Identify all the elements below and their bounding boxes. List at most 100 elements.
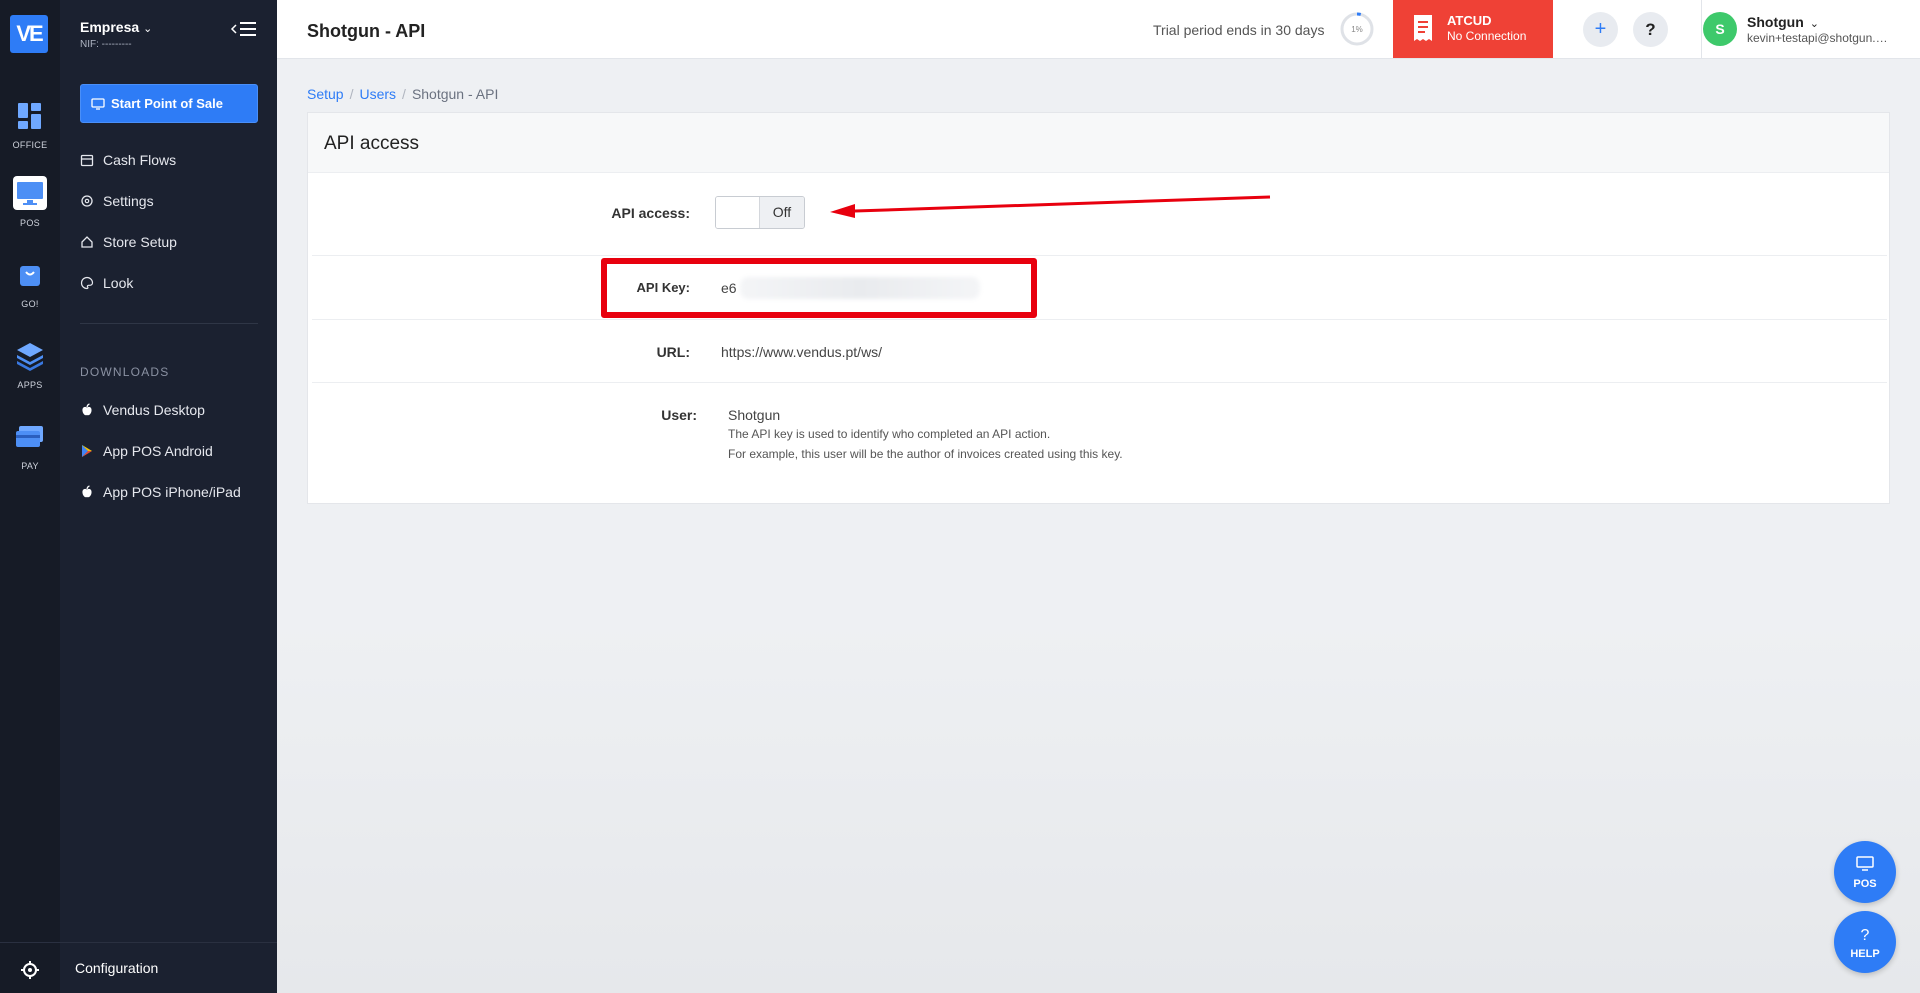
api-access-toggle[interactable]: Off bbox=[715, 196, 805, 229]
breadcrumb-setup[interactable]: Setup bbox=[307, 86, 344, 102]
nif-text: NIF: --------- bbox=[80, 39, 132, 50]
configuration-link[interactable]: Configuration bbox=[60, 942, 277, 993]
download-vendus-desktop[interactable]: Vendus Desktop bbox=[80, 399, 205, 421]
user-value: Shotgun bbox=[728, 407, 781, 423]
pos-floating-button[interactable]: POS bbox=[1834, 841, 1896, 903]
rail-item-pay[interactable]: PAY bbox=[0, 420, 60, 482]
download-app-pos-android[interactable]: App POS Android bbox=[80, 440, 213, 462]
rail-item-apps[interactable]: APPS bbox=[0, 339, 60, 401]
svg-text:?: ? bbox=[1861, 927, 1870, 944]
receipt-icon bbox=[1414, 15, 1432, 41]
avatar[interactable]: S bbox=[1703, 12, 1737, 46]
gear-icon bbox=[21, 961, 39, 979]
user-email: kevin+testapi@shotgun.com bbox=[1747, 31, 1892, 45]
rail-item-pos[interactable]: POS bbox=[0, 176, 60, 238]
sidebar-item-label: App POS Android bbox=[103, 443, 213, 459]
layers-icon bbox=[17, 343, 43, 371]
fab-label: HELP bbox=[1850, 948, 1880, 960]
rail-label: OFFICE bbox=[12, 140, 48, 150]
chevron-down-icon: ⌄ bbox=[1809, 18, 1819, 30]
vendus-logo[interactable]: VE bbox=[10, 15, 48, 53]
url-value[interactable]: https://www.vendus.pt/ws/ bbox=[721, 344, 882, 360]
user-menu[interactable]: Shotgun ⌄ bbox=[1747, 14, 1819, 30]
palette-icon bbox=[80, 276, 94, 290]
url-label: URL: bbox=[656, 344, 690, 360]
google-play-icon bbox=[82, 445, 92, 457]
top-bar: Shotgun - API Trial period ends in 30 da… bbox=[277, 0, 1920, 59]
calendar-icon bbox=[80, 154, 94, 167]
page-title: Shotgun - API bbox=[307, 21, 426, 41]
company-name: Empresa bbox=[80, 19, 140, 35]
start-point-of-sale-button[interactable]: Start Point of Sale bbox=[80, 84, 258, 123]
sidebar-item-store-setup[interactable]: Store Setup bbox=[80, 231, 177, 253]
atcud-title: ATCUD bbox=[1447, 13, 1492, 28]
row-divider bbox=[312, 255, 1887, 256]
api-access-label: API access: bbox=[611, 205, 690, 221]
sidebar-item-label: App POS iPhone/iPad bbox=[103, 484, 241, 500]
monitor-icon bbox=[91, 97, 105, 110]
trial-progress-ring: 1% bbox=[1340, 12, 1374, 46]
sidebar-item-label: Settings bbox=[103, 193, 154, 209]
user-note: The API key is used to identify who comp… bbox=[728, 427, 1051, 441]
rail-label: POS bbox=[20, 218, 40, 228]
help-button[interactable]: ? bbox=[1633, 12, 1668, 47]
breadcrumb-current: Shotgun - API bbox=[411, 86, 499, 102]
rail-item-go[interactable]: GO! bbox=[0, 258, 60, 320]
sidebar-item-label: Look bbox=[103, 275, 134, 291]
user-name: Shotgun bbox=[1747, 14, 1804, 30]
breadcrumb-separator: / bbox=[349, 86, 354, 102]
apple-icon bbox=[82, 485, 92, 498]
monitor-icon bbox=[13, 176, 47, 210]
downloads-heading: DOWNLOADS bbox=[80, 365, 170, 379]
user-divider bbox=[1701, 0, 1702, 58]
row-divider bbox=[312, 382, 1887, 383]
rail-item-office[interactable]: OFFICE bbox=[0, 99, 60, 161]
breadcrumb-users[interactable]: Users bbox=[359, 86, 396, 102]
toggle-state: Off bbox=[760, 197, 804, 228]
sidebar-item-look[interactable]: Look bbox=[80, 272, 133, 294]
user-label: User: bbox=[661, 407, 697, 423]
panel-header: API access bbox=[308, 113, 1889, 173]
settings-gear[interactable] bbox=[0, 942, 60, 993]
sidebar-item-label: Cash Flows bbox=[103, 152, 177, 168]
atcud-connection-status: No Connection bbox=[1447, 29, 1527, 43]
download-app-pos-iphone[interactable]: App POS iPhone/iPad bbox=[80, 481, 241, 503]
question-icon: ? bbox=[1861, 927, 1870, 944]
help-floating-button[interactable]: ? HELP bbox=[1834, 911, 1896, 973]
chevron-down-icon: ⌄ bbox=[143, 23, 153, 35]
sidebar-item-settings[interactable]: Settings bbox=[80, 190, 154, 212]
row-divider bbox=[312, 319, 1887, 320]
collapse-menu-icon[interactable] bbox=[230, 19, 258, 39]
company-selector[interactable]: Empresa ⌄ bbox=[80, 19, 152, 35]
home-icon bbox=[81, 236, 93, 248]
sidebar-item-label: Vendus Desktop bbox=[103, 402, 205, 418]
user-note: For example, this user will be the autho… bbox=[728, 447, 1123, 461]
trial-progress-label: 1% bbox=[1351, 25, 1363, 34]
breadcrumb: Setup / Users / Shotgun - API bbox=[307, 86, 498, 102]
rail-label: GO! bbox=[21, 299, 39, 309]
sidebar-item-label: Store Setup bbox=[103, 234, 177, 250]
shopping-bag-icon bbox=[20, 266, 40, 286]
gear-icon bbox=[81, 195, 93, 207]
question-icon: ? bbox=[1645, 19, 1656, 39]
sidebar-item-cash-flows[interactable]: Cash Flows bbox=[80, 149, 176, 171]
monitor-icon bbox=[1856, 856, 1874, 871]
atcud-status-button[interactable]: ATCUD No Connection bbox=[1393, 0, 1553, 58]
configuration-label: Configuration bbox=[75, 960, 159, 976]
api-access-panel: API access API access: Off API Key: e6 U… bbox=[307, 112, 1890, 504]
panel-title: API access bbox=[324, 133, 420, 154]
api-key-highlight-box bbox=[601, 258, 1037, 318]
apple-icon bbox=[82, 403, 92, 416]
plus-icon: + bbox=[1594, 18, 1607, 40]
toggle-knob bbox=[716, 197, 760, 228]
add-button[interactable]: + bbox=[1583, 12, 1618, 47]
app-rail: VE OFFICE POS GO! APPS PAY bbox=[0, 0, 60, 993]
annotation-arrow bbox=[830, 195, 1271, 218]
sidebar-divider bbox=[80, 323, 258, 324]
sidebar: Empresa ⌄ NIF: --------- Start Point of S… bbox=[60, 0, 277, 993]
breadcrumb-separator: / bbox=[402, 86, 406, 102]
trial-notice[interactable]: Trial period ends in 30 days bbox=[1153, 22, 1324, 38]
rail-label: PAY bbox=[21, 461, 39, 471]
start-point-of-sale-label: Start Point of Sale bbox=[111, 96, 223, 111]
dashboard-icon bbox=[18, 103, 41, 129]
